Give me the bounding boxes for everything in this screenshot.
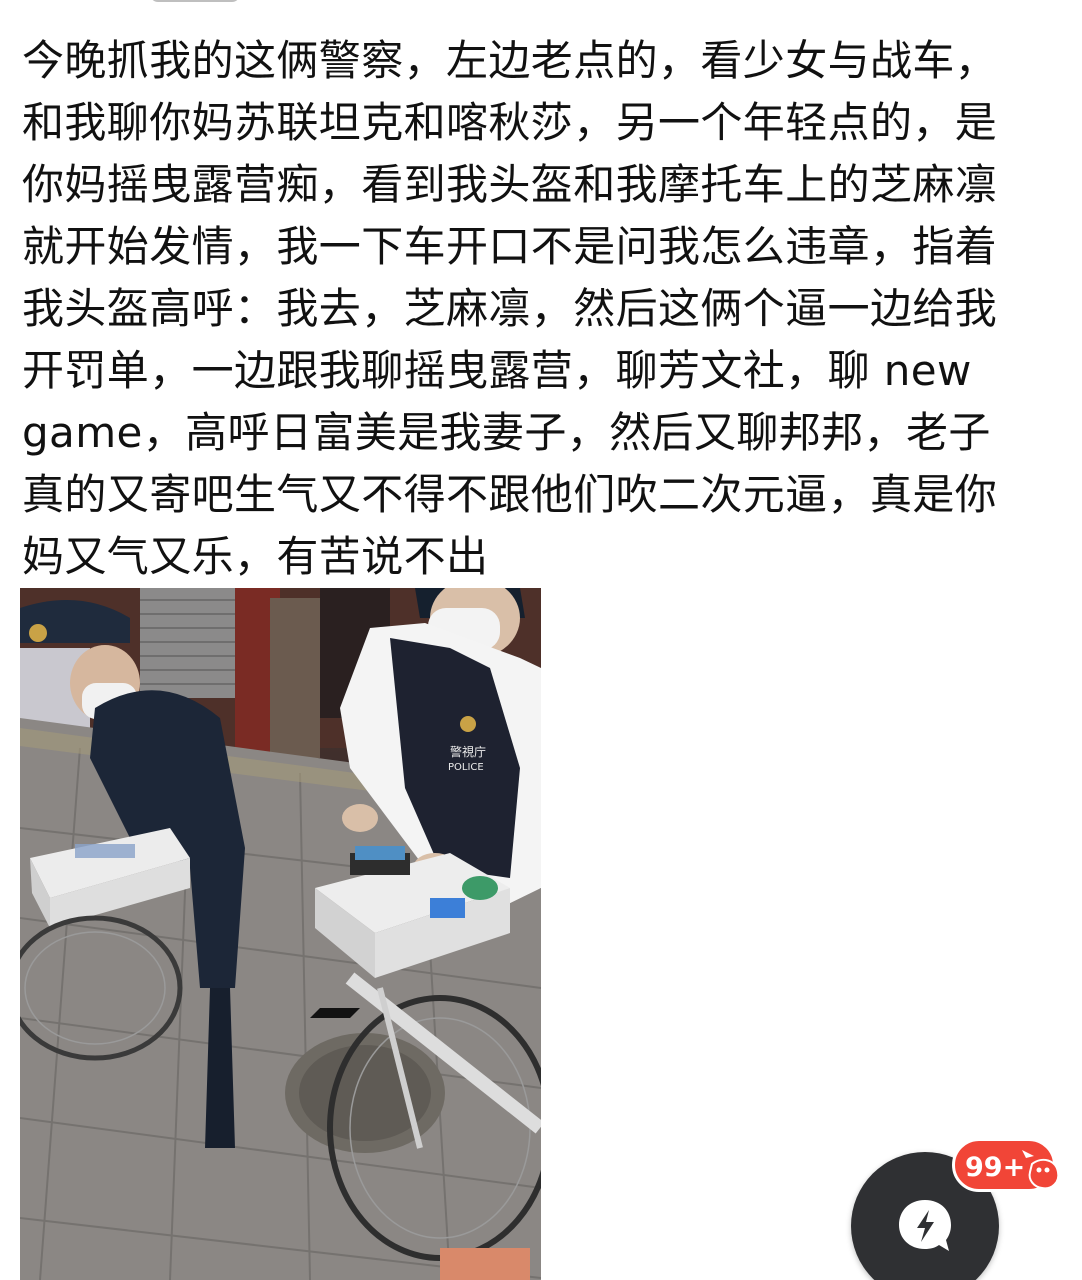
post-line: 你妈摇曳露营痴，看到我头盔和我摩托车上的芝麻凛 [22, 160, 998, 209]
post-line: 真的又寄吧生气又不得不跟他们吹二次元逼，真是你 [22, 470, 998, 519]
post-line: game，高呼日富美是我妻子，然后又聊邦邦，老子 [22, 408, 991, 457]
post-line: 今晚抓我的这俩警察，左边老点的，看少女与战车， [22, 36, 998, 85]
post-line: 就开始发情，我一下车开口不是问我怎么违章，指着 [22, 222, 998, 271]
chat-bubble-lightning-icon [899, 1200, 951, 1251]
vest-text-kanji: 警視庁 [450, 744, 486, 759]
post-photo[interactable]: 警視庁 POLICE [20, 588, 541, 1280]
post-line: 和我聊你妈苏联坦克和喀秋莎，另一个年轻点的，是 [22, 98, 998, 147]
flame-decoration-icon [1022, 1150, 1060, 1190]
cropped-header-fragment [150, 0, 240, 2]
police-photo-illustration: 警視庁 POLICE [20, 588, 541, 1280]
post-line: 妈又气又乐，有苦说不出 [22, 532, 489, 581]
vest-text-police: POLICE [448, 762, 484, 773]
post-body-text: 今晚抓我的这俩警察，左边老点的，看少女与战车， 和我聊你妈苏联坦克和喀秋莎，另一… [22, 30, 1067, 588]
post-line: 我头盔高呼：我去，芝麻凛，然后这俩个逼一边给我 [22, 284, 998, 333]
post-line: 开罚单，一边跟我聊摇曳露营，聊芳文社，聊 new [22, 346, 972, 395]
post-page: 今晚抓我的这俩警察，左边老点的，看少女与战车， 和我聊你妈苏联坦克和喀秋莎，另一… [0, 0, 1082, 1280]
